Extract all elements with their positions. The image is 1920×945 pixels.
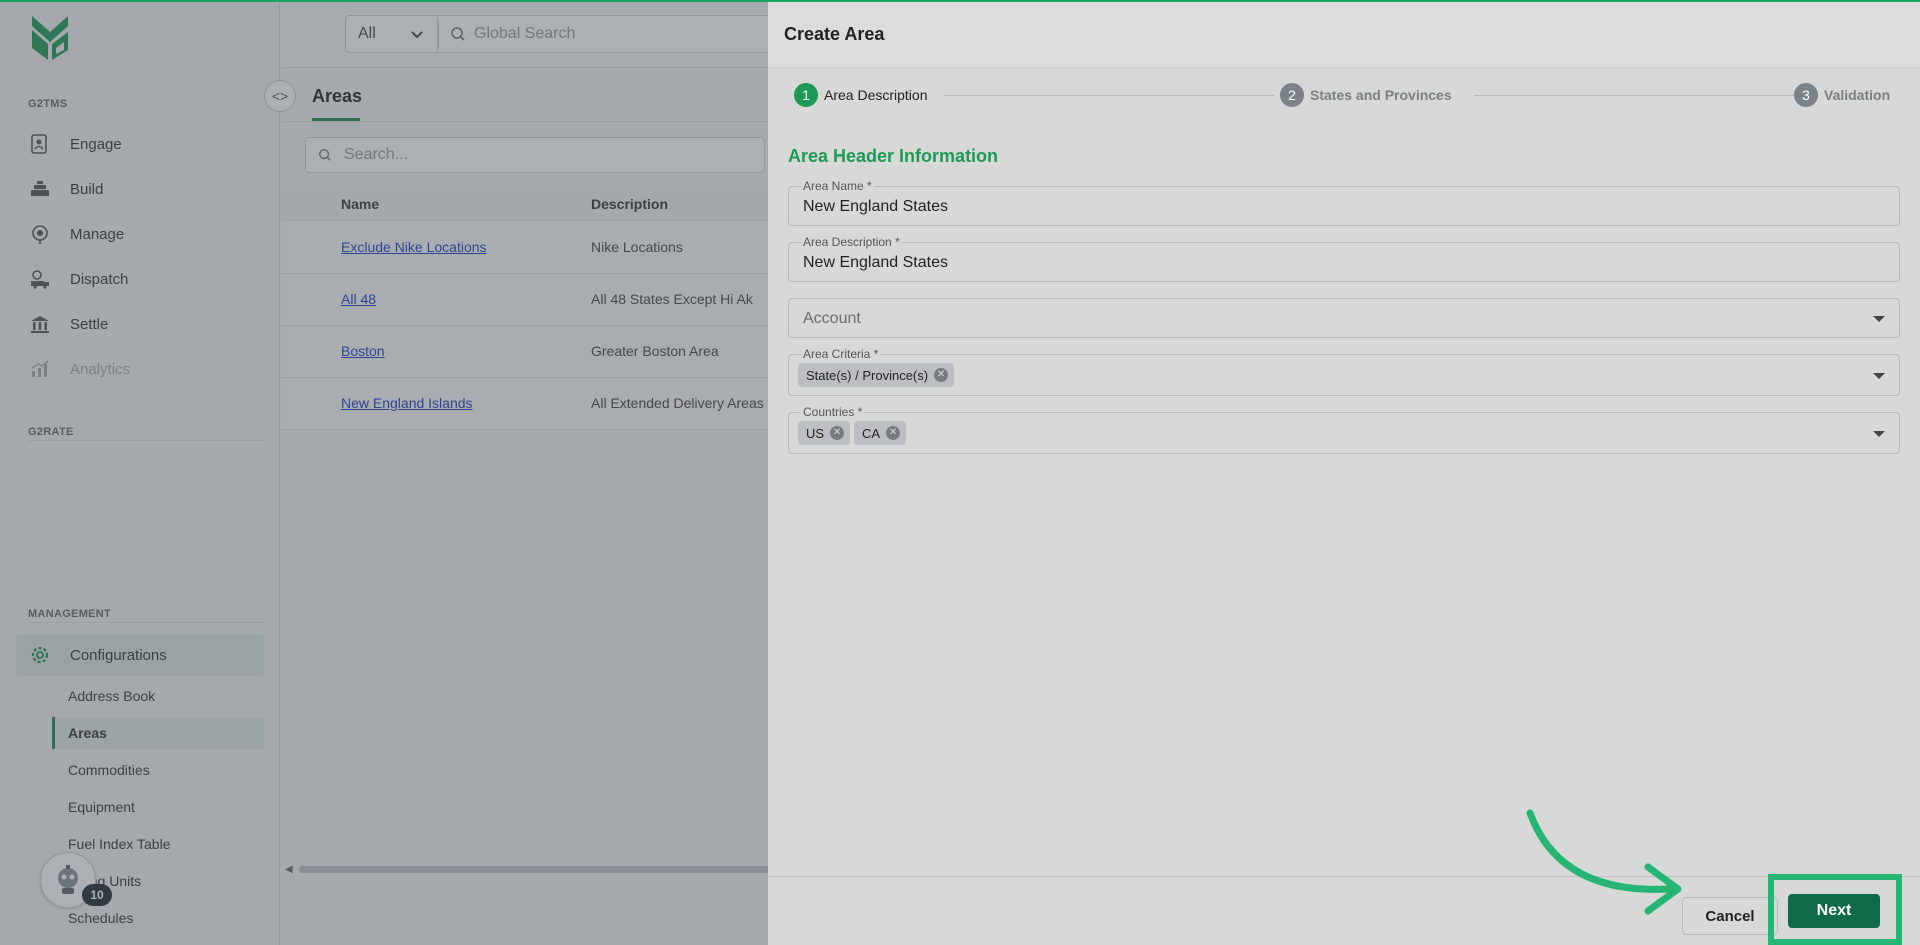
dropdown-caret-icon[interactable] <box>1873 373 1885 379</box>
chip-label: State(s) / Province(s) <box>806 367 929 383</box>
chip-label: CA <box>862 425 881 441</box>
guide-arrow-icon <box>1526 809 1682 915</box>
step-label: States and Provinces <box>1310 87 1452 103</box>
chip-remove-icon[interactable]: ✕ <box>934 368 949 382</box>
account-placeholder: Account <box>803 310 861 327</box>
field-label: Area Description * <box>801 235 902 249</box>
step-label: Validation <box>1824 87 1891 103</box>
countries-select[interactable]: Countries * US ✕ CA ✕ <box>788 406 1900 454</box>
account-select[interactable]: Account <box>788 298 1900 338</box>
chip-remove-icon[interactable]: ✕ <box>830 426 845 440</box>
field-label: Area Name * <box>801 179 874 193</box>
area-description-value[interactable]: New England States <box>803 254 948 272</box>
area-criteria-select[interactable]: Area Criteria * State(s) / Province(s) ✕ <box>788 348 1900 396</box>
step-connector <box>944 95 1274 96</box>
step-number: 2 <box>1280 83 1304 107</box>
step-connector <box>1474 95 1804 96</box>
drawer-header: Create Area <box>768 0 1920 68</box>
drawer-title: Create Area <box>784 24 885 44</box>
country-chip-ca[interactable]: CA ✕ <box>854 421 907 445</box>
create-area-drawer: Create Area 1 Area Description 2 States … <box>768 0 1920 945</box>
area-name-field[interactable]: Area Name * New England States <box>788 180 1900 226</box>
section-title: Area Header Information <box>788 146 999 166</box>
dropdown-caret-icon[interactable] <box>1873 316 1885 322</box>
step-states-and-provinces[interactable]: 2 States and Provinces <box>1280 83 1458 107</box>
drawer-footer: Cancel <box>768 876 1920 945</box>
step-validation[interactable]: 3 Validation <box>1794 83 1897 107</box>
top-accent-bar <box>0 0 1920 2</box>
dropdown-caret-icon[interactable] <box>1873 431 1885 437</box>
chip-label: US <box>806 425 825 441</box>
field-label: Countries * <box>801 405 865 419</box>
step-area-description[interactable]: 1 Area Description <box>794 83 934 107</box>
area-name-value[interactable]: New England States <box>803 198 948 216</box>
step-label: Area Description <box>824 87 928 103</box>
country-chip-us[interactable]: US ✕ <box>798 421 851 445</box>
field-label: Area Criteria * <box>801 347 881 361</box>
chip-remove-icon[interactable]: ✕ <box>886 426 901 440</box>
step-number: 1 <box>794 83 818 107</box>
area-description-field[interactable]: Area Description * New England States <box>788 236 1900 282</box>
stepper: 1 Area Description 2 States and Province… <box>794 83 1904 107</box>
next-button[interactable]: Next <box>1788 894 1880 928</box>
step-number: 3 <box>1794 83 1818 107</box>
modal-backdrop[interactable] <box>0 0 768 945</box>
criteria-chip[interactable]: State(s) / Province(s) ✕ <box>798 363 955 387</box>
